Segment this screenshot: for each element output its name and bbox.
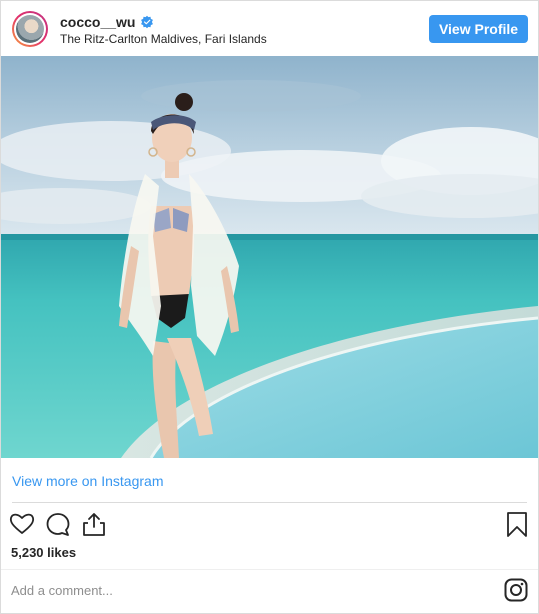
instagram-icon[interactable] xyxy=(504,578,528,602)
divider xyxy=(12,502,527,503)
post-photo-image xyxy=(1,56,538,458)
instagram-embed-card: cocco__wu The Ritz-Carlton Maldives, Far… xyxy=(0,0,539,614)
location-link[interactable]: The Ritz-Carlton Maldives, Fari Islands xyxy=(60,32,267,46)
avatar-photo xyxy=(16,15,44,43)
username-row: cocco__wu xyxy=(60,14,154,30)
bookmark-icon[interactable] xyxy=(504,510,530,538)
share-icon[interactable] xyxy=(81,510,107,538)
action-bar xyxy=(1,510,538,540)
view-profile-button[interactable]: View Profile xyxy=(429,15,528,43)
post-photo[interactable] xyxy=(1,56,538,458)
view-more-link[interactable]: View more on Instagram xyxy=(12,473,163,489)
post-header: cocco__wu The Ritz-Carlton Maldives, Far… xyxy=(1,1,538,56)
divider xyxy=(1,569,538,570)
avatar[interactable] xyxy=(12,11,48,47)
comment-icon[interactable] xyxy=(45,510,71,538)
verified-badge-icon xyxy=(141,15,154,29)
username-link[interactable]: cocco__wu xyxy=(60,14,135,30)
comment-input[interactable]: Add a comment... xyxy=(11,583,113,598)
heart-icon[interactable] xyxy=(9,510,35,538)
avatar-image xyxy=(14,13,46,45)
likes-count[interactable]: 5,230 likes xyxy=(11,545,76,560)
